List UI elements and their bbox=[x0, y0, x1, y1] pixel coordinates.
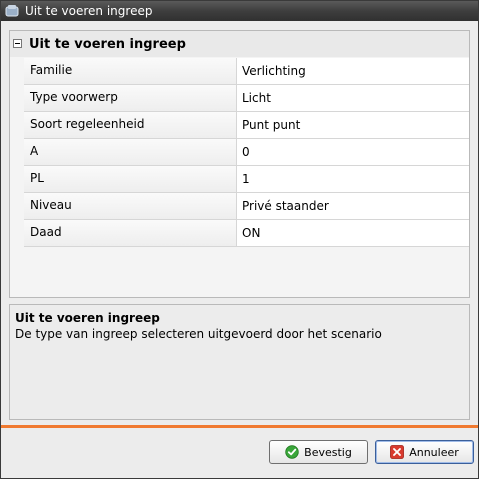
property-name: Niveau bbox=[24, 193, 237, 219]
property-name: PL bbox=[24, 166, 237, 192]
cancel-button[interactable]: Annuleer bbox=[375, 440, 474, 464]
title-bar[interactable]: Uit te voeren ingreep bbox=[1, 1, 478, 21]
group-title: Uit te voeren ingreep bbox=[29, 37, 186, 52]
property-value[interactable]: Privé staander bbox=[237, 193, 469, 219]
confirm-button[interactable]: Bevestig bbox=[269, 440, 368, 464]
property-value[interactable]: Licht bbox=[237, 85, 469, 111]
property-name: Daad bbox=[24, 220, 237, 246]
table-row[interactable]: Soort regeleenheid Punt punt bbox=[24, 112, 469, 139]
dialog-window: Uit te voeren ingreep Uit te voeren ingr… bbox=[0, 0, 479, 479]
description-title: Uit te voeren ingreep bbox=[15, 311, 160, 325]
table-row[interactable]: A 0 bbox=[24, 139, 469, 166]
app-icon bbox=[5, 5, 19, 17]
table-row[interactable]: Daad ON bbox=[24, 220, 469, 247]
property-name: Soort regeleenheid bbox=[24, 112, 237, 138]
property-rows: Familie Verlichting Type voorwerp Licht … bbox=[24, 58, 469, 247]
property-name: Type voorwerp bbox=[24, 85, 237, 111]
property-value[interactable]: Verlichting bbox=[237, 58, 469, 84]
description-text: De type van ingreep selecteren uitgevoer… bbox=[15, 327, 382, 341]
property-value[interactable]: ON bbox=[237, 220, 469, 246]
check-icon bbox=[285, 445, 299, 459]
table-row[interactable]: Type voorwerp Licht bbox=[24, 85, 469, 112]
close-icon bbox=[390, 445, 405, 459]
property-value[interactable]: Punt punt bbox=[237, 112, 469, 138]
divider bbox=[1, 425, 478, 428]
window-title: Uit te voeren ingreep bbox=[25, 4, 153, 18]
group-header[interactable]: Uit te voeren ingreep bbox=[10, 31, 469, 57]
table-row[interactable]: Niveau Privé staander bbox=[24, 193, 469, 220]
collapse-icon[interactable] bbox=[13, 39, 22, 48]
confirm-label: Bevestig bbox=[304, 445, 352, 459]
table-row[interactable]: Familie Verlichting bbox=[24, 58, 469, 85]
property-value[interactable]: 0 bbox=[237, 139, 469, 165]
property-name: A bbox=[24, 139, 237, 165]
property-name: Familie bbox=[24, 58, 237, 84]
cancel-label: Annuleer bbox=[409, 445, 459, 459]
description-panel: Uit te voeren ingreep De type van ingree… bbox=[9, 304, 470, 420]
property-grid: Uit te voeren ingreep Familie Verlichtin… bbox=[9, 30, 470, 298]
table-row[interactable]: PL 1 bbox=[24, 166, 469, 193]
property-value[interactable]: 1 bbox=[237, 166, 469, 192]
